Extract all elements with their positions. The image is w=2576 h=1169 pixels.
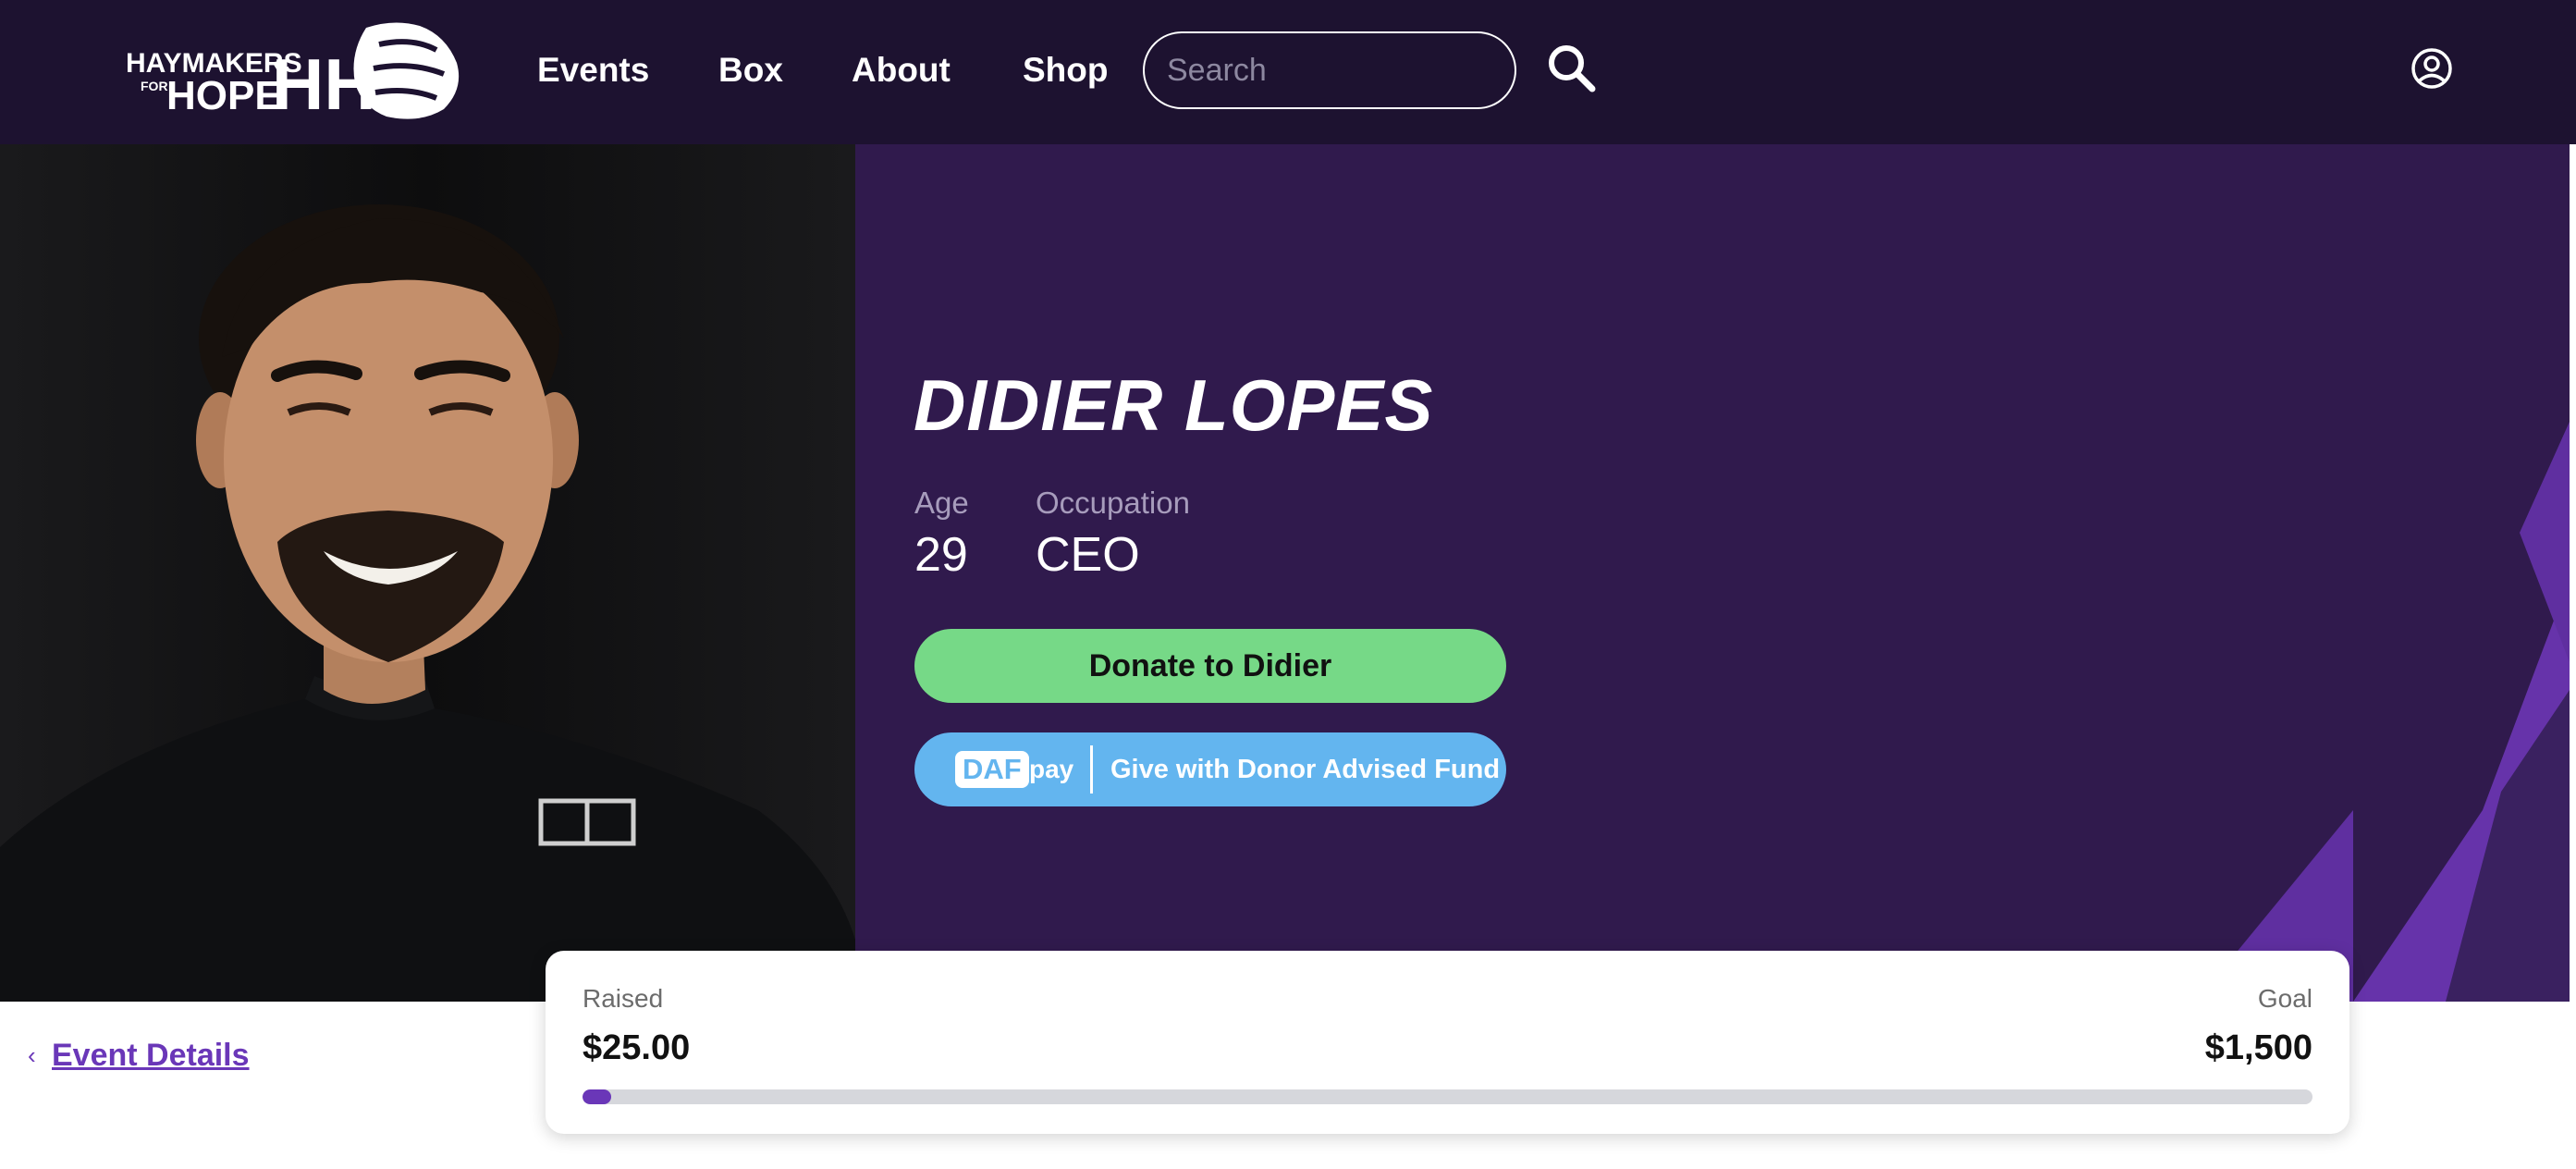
occupation-label: Occupation [1036, 486, 1190, 520]
haymakers-for-hope-logo[interactable]: HAYMAKERS FOR HOPE HH [124, 17, 466, 125]
daf-pay-button[interactable]: DAF pay Give with Donor Advised Fund [914, 732, 1506, 806]
daf-pay-label: pay [1029, 755, 1074, 783]
fighter-name: DIDIER LOPES [914, 364, 1434, 446]
progress-track [583, 1089, 2312, 1104]
daf-divider [1090, 745, 1093, 794]
fighter-photo [0, 144, 855, 1002]
search-icon[interactable] [1546, 43, 1598, 94]
progress-fill [583, 1089, 612, 1104]
donate-button[interactable]: Donate to Didier [914, 629, 1506, 703]
page-edge [2570, 144, 2576, 1169]
event-details-link[interactable]: ‹ Event Details [28, 1032, 250, 1078]
daf-button-label: Give with Donor Advised Fund [1110, 755, 1501, 784]
raised-label: Raised [583, 984, 664, 1013]
logo-text-line2: FOR [141, 79, 168, 93]
logo-text-line3: HOPE [166, 73, 282, 118]
search-input[interactable] [1143, 31, 1516, 109]
goal-amount: $1,500 [2204, 1028, 2312, 1067]
user-circle-icon[interactable] [2410, 46, 2454, 91]
nav-link-shop[interactable]: Shop [1023, 44, 1108, 96]
chevron-left-icon: ‹ [28, 1041, 36, 1069]
fist-icon [353, 22, 460, 119]
goal-label: Goal [2257, 984, 2312, 1013]
occupation-value: CEO [1036, 528, 1140, 582]
top-navigation: HAYMAKERS FOR HOPE HH Events Box About S… [0, 0, 2576, 144]
fundraising-progress-card: Raised $25.00 Goal $1,500 [546, 951, 2349, 1134]
daf-badge: DAF [955, 751, 1029, 788]
event-details-label: Event Details [52, 1038, 250, 1073]
age-value: 29 [914, 528, 968, 582]
age-label: Age [914, 486, 969, 520]
raised-amount: $25.00 [583, 1028, 691, 1067]
nav-link-about[interactable]: About [852, 44, 951, 96]
nav-link-box[interactable]: Box [718, 44, 783, 96]
nav-link-events[interactable]: Events [537, 44, 649, 96]
